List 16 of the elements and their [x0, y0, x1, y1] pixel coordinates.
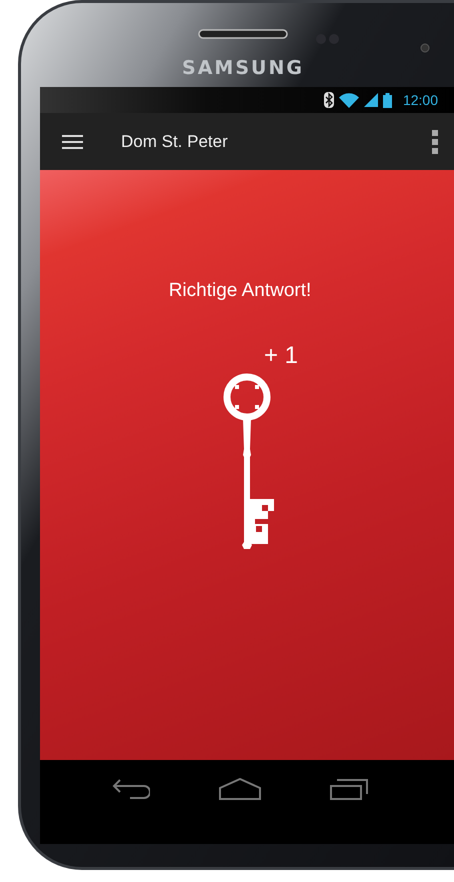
camera-icon	[420, 43, 430, 53]
bluetooth-icon	[324, 92, 334, 108]
brand-logo: SAMSUNG	[182, 57, 304, 79]
menu-icon[interactable]	[62, 134, 83, 148]
wifi-icon	[338, 92, 359, 108]
points-label: + 1	[264, 342, 298, 370]
back-icon[interactable]	[112, 778, 150, 800]
home-icon[interactable]	[219, 778, 261, 800]
clock-time: 12:00	[402, 92, 438, 108]
app-title: Dom St. Peter	[121, 132, 229, 152]
recent-apps-icon[interactable]	[330, 778, 368, 800]
signal-icon	[364, 93, 378, 107]
battery-icon	[382, 92, 392, 108]
speaker-grille-icon	[198, 29, 288, 39]
result-message: Richtige Antwort!	[168, 280, 312, 302]
overflow-menu-icon[interactable]	[432, 130, 438, 154]
